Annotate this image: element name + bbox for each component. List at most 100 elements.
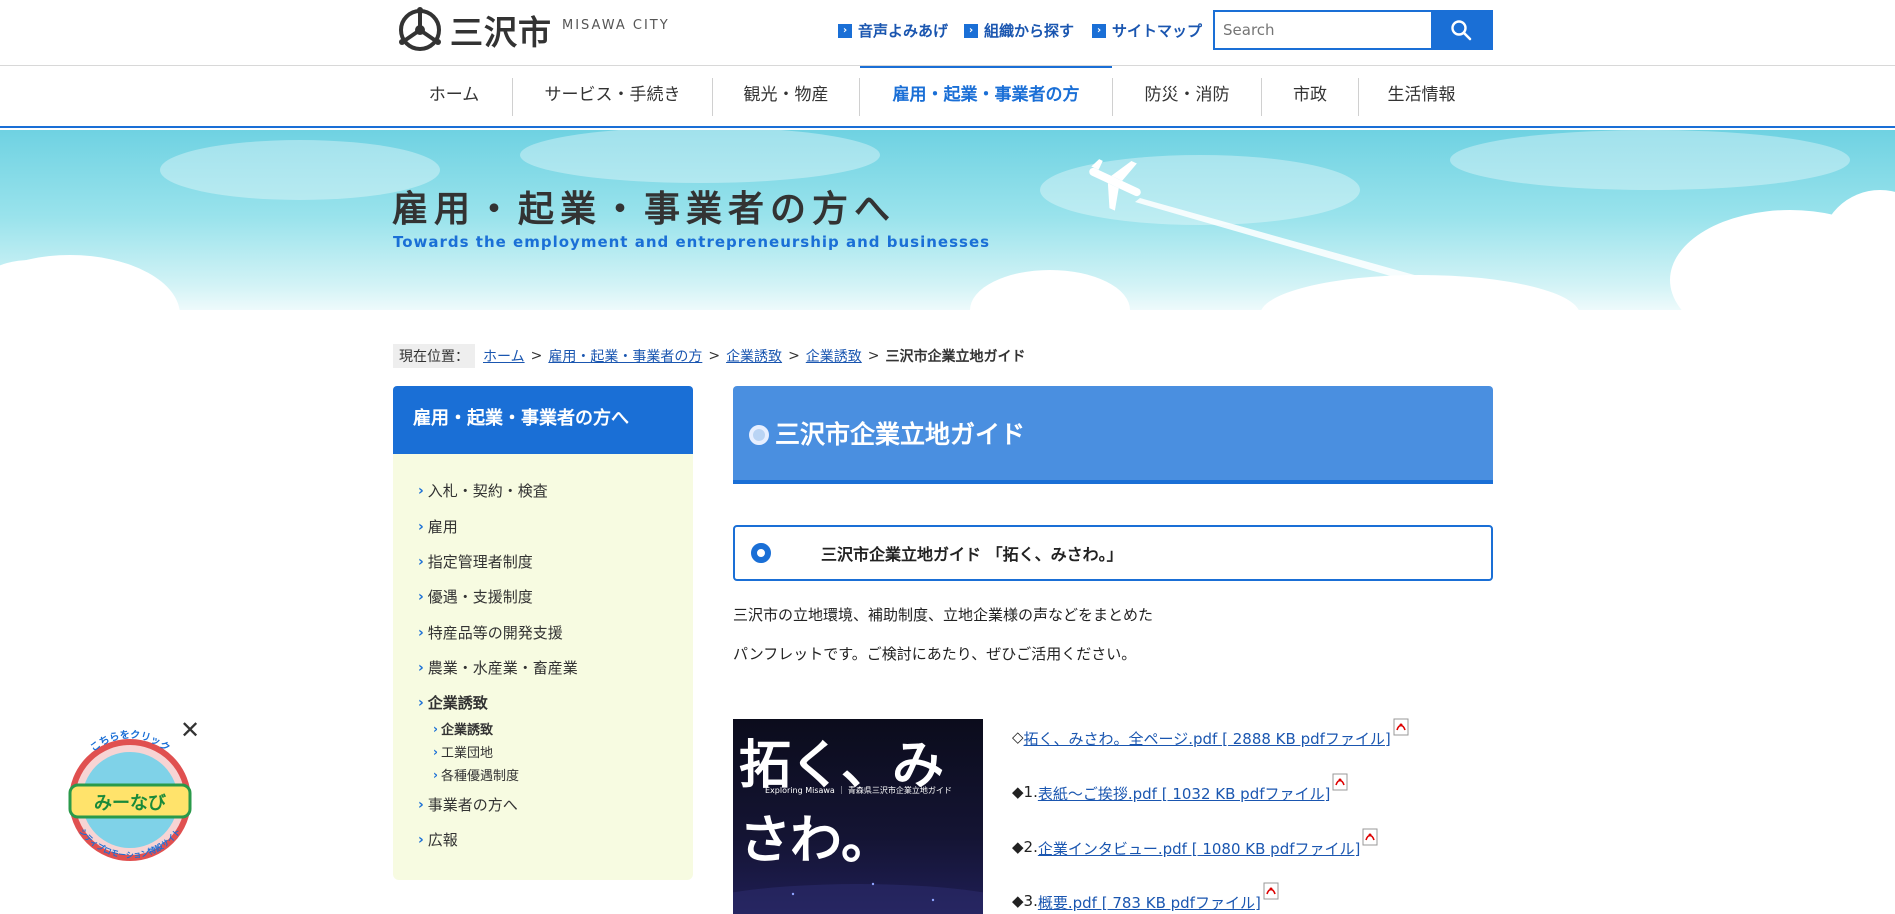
search-button[interactable]: [1431, 12, 1491, 48]
night-landscape-illustration: [733, 882, 983, 914]
sidebar-item-agriculture[interactable]: › 農業・水産業・畜産業: [418, 657, 578, 678]
pdf-link-cover[interactable]: ◆1. 表紙～ご挨拶.pdf [ 1032 KB pdfファイル]: [1012, 773, 1348, 804]
chevron-right-icon: ›: [418, 796, 424, 813]
breadcrumb-link-home[interactable]: ホーム: [483, 346, 525, 366]
search-input[interactable]: [1215, 12, 1431, 48]
sidebar-item-public-relations[interactable]: › 広報: [418, 829, 458, 850]
banner-title: 雇用・起業・事業者の方へ: [392, 189, 897, 230]
sidebar-item-support[interactable]: › 優遇・支援制度: [418, 586, 533, 607]
nav-item-employment[interactable]: 雇用・起業・事業者の方: [860, 66, 1112, 126]
sidebar-item-label: 農業・水産業・畜産業: [427, 659, 578, 677]
chevron-right-icon: ›: [418, 659, 424, 676]
ring-bullet-icon: [751, 543, 771, 563]
chevron-right-icon: ›: [418, 588, 424, 605]
pdf-link-text[interactable]: 企業インタビュー.pdf [ 1080 KB pdfファイル]: [1038, 838, 1361, 859]
nav-item-services[interactable]: サービス・手続き: [513, 66, 712, 126]
util-link-label: 組織から探す: [984, 22, 1075, 40]
intro-paragraph-1: 三沢市の立地環境、補助制度、立地企業様の声などをまとめた: [733, 606, 1154, 624]
sidebar-item-specialty[interactable]: › 特産品等の開発支援: [418, 622, 563, 643]
sidebar-item-bidding[interactable]: › 入札・契約・検査: [418, 480, 548, 501]
city-emblem-icon: [399, 7, 441, 51]
chevron-right-icon: ›: [838, 23, 852, 38]
chevron-right-icon: ›: [418, 694, 424, 711]
nav-item-disaster[interactable]: 防災・消防: [1113, 66, 1261, 126]
chevron-right-icon: ›: [433, 744, 438, 759]
pdf-link-prefix: ◆1.: [1012, 783, 1038, 801]
search-icon: [1451, 20, 1472, 41]
pamphlet-cover-image[interactable]: 拓く、みさわ。 Exploring Misawa ｜ 青森県三沢市企業立地ガイド: [733, 719, 983, 914]
badge-close-button[interactable]: ✕: [180, 718, 200, 742]
sidebar-item-label: 事業者の方へ: [427, 796, 518, 814]
pdf-link-text[interactable]: 拓く、みさわ。全ページ.pdf [ 2888 KB pdfファイル]: [1024, 728, 1391, 749]
util-link-label: 音声よみあげ: [858, 22, 949, 40]
chevron-right-icon: ›: [418, 518, 424, 535]
sidebar-item-label: 優遇・支援制度: [427, 588, 533, 606]
breadcrumb-current: 三沢市企業立地ガイド: [885, 349, 1026, 365]
sidebar-item-business[interactable]: › 事業者の方へ: [418, 794, 518, 815]
sky-clouds-illustration: [0, 130, 1895, 325]
global-nav: ホーム サービス・手続き 観光・物産 雇用・起業・事業者の方 防災・消防 市政 …: [0, 66, 1895, 128]
nav-item-city-admin[interactable]: 市政: [1262, 66, 1358, 126]
sidebar-subitem-label: 各種優遇制度: [440, 769, 519, 784]
nav-item-tourism[interactable]: 観光・物産: [713, 66, 859, 126]
chevron-right-icon: ›: [1092, 23, 1106, 38]
pdf-link-all[interactable]: ◇ 拓く、みさわ。全ページ.pdf [ 2888 KB pdfファイル]: [1012, 718, 1409, 749]
banner-subtitle: Towards the employment and entrepreneurs…: [393, 233, 991, 251]
cover-subtitle: Exploring Misawa ｜ 青森県三沢市企業立地ガイド: [765, 786, 952, 795]
nav-item-home[interactable]: ホーム: [396, 66, 512, 126]
chevron-right-icon: ›: [418, 624, 424, 641]
logo-subtext: MISAWA CITY: [562, 17, 670, 33]
site-header: 三沢市 MISAWA CITY › 音声よみあげ › 組織から探す › サイトマ…: [0, 0, 1895, 66]
site-logo[interactable]: 三沢市 MISAWA CITY: [396, 4, 670, 56]
sidebar-subitem-invitation[interactable]: › 企業誘致: [433, 719, 493, 739]
sidebar-item-designated-manager[interactable]: › 指定管理者制度: [418, 551, 533, 572]
breadcrumb-separator: >: [708, 348, 721, 364]
util-link-label: サイトマップ: [1112, 22, 1203, 40]
bullet-icon: [749, 425, 769, 445]
breadcrumb-separator: >: [788, 348, 800, 364]
chevron-right-icon: ›: [964, 23, 978, 38]
pdf-link-text[interactable]: 表紙～ご挨拶.pdf [ 1032 KB pdfファイル]: [1038, 783, 1331, 804]
util-link-sitemap[interactable]: › サイトマップ: [1092, 20, 1202, 41]
pdf-link-prefix: ◆3.: [1012, 892, 1038, 910]
chevron-right-icon: ›: [418, 482, 424, 499]
pdf-icon: [1393, 718, 1409, 736]
sidebar-menu: › 入札・契約・検査 › 雇用 › 指定管理者制度 › 優遇・支援制度 › 特産品等の開発…: [393, 454, 693, 880]
breadcrumb-separator: >: [867, 348, 880, 364]
breadcrumb-link-invitation-sub[interactable]: 企業誘致: [806, 346, 862, 366]
intro-paragraph-2: パンフレットです。ご検討にあたり、ぜひご活用ください。: [733, 645, 1137, 663]
breadcrumb: 現在位置： ホーム > 雇用・起業・事業者の方 > 企業誘致 > 企業誘致 > …: [393, 344, 1026, 368]
breadcrumb-link-employment[interactable]: 雇用・起業・事業者の方: [548, 346, 702, 366]
sidebar-item-label: 企業誘致: [427, 694, 488, 712]
util-link-voice[interactable]: › 音声よみあげ: [838, 20, 948, 41]
breadcrumb-label: 現在位置：: [393, 344, 475, 368]
sidebar-subitem-label: 工業団地: [440, 746, 493, 761]
sidebar-subitem-label: 企業誘致: [440, 723, 493, 738]
sidebar-subitem-incentives[interactable]: › 各種優遇制度: [433, 765, 519, 785]
pdf-icon: [1332, 773, 1348, 791]
chevron-right-icon: ›: [433, 721, 438, 736]
pdf-link-text[interactable]: 概要.pdf [ 783 KB pdfファイル]: [1038, 892, 1261, 913]
chevron-right-icon: ›: [418, 553, 424, 570]
sidebar-item-employment[interactable]: › 雇用: [418, 516, 458, 537]
pdf-icon: [1362, 828, 1378, 846]
breadcrumb-link-invitation[interactable]: 企業誘致: [726, 346, 782, 366]
sidebar-heading[interactable]: 雇用・起業・事業者の方へ: [393, 386, 693, 454]
pdf-link-prefix: ◆2.: [1012, 838, 1038, 856]
chevron-right-icon: ›: [418, 831, 424, 848]
sidebar-item-label: 広報: [427, 831, 458, 849]
sidebar-item-invitation[interactable]: › 企業誘致: [418, 692, 488, 713]
pdf-link-overview[interactable]: ◆3. 概要.pdf [ 783 KB pdfファイル]: [1012, 882, 1279, 913]
section-heading: 三沢市企業立地ガイド 「拓く、みさわ。」: [821, 545, 1123, 564]
util-link-org[interactable]: › 組織から探す: [964, 20, 1074, 41]
section-heading-box: 三沢市企業立地ガイド 「拓く、みさわ。」: [733, 525, 1493, 581]
page-banner: 雇用・起業・事業者の方へ Towards the employment and …: [0, 130, 1895, 325]
search-form: [1213, 10, 1493, 50]
pdf-link-interview[interactable]: ◆2. 企業インタビュー.pdf [ 1080 KB pdfファイル]: [1012, 828, 1378, 859]
sidebar-item-label: 特産品等の開発支援: [427, 624, 563, 642]
sidebar-subitem-industrial-park[interactable]: › 工業団地: [433, 742, 493, 762]
sidebar-item-label: 雇用: [427, 518, 458, 536]
nav-item-living[interactable]: 生活情報: [1359, 66, 1484, 126]
chevron-right-icon: ›: [433, 767, 438, 782]
breadcrumb-separator: >: [530, 348, 543, 364]
